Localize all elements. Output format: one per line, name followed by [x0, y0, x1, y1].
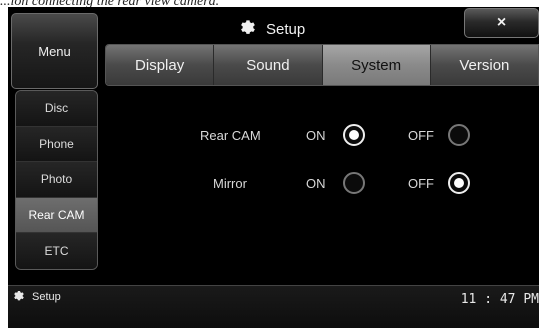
sidebar-item-label: ETC	[44, 244, 69, 259]
tab-version[interactable]: Version	[430, 45, 538, 85]
clock: 11 : 47 PM	[460, 292, 539, 307]
sidebar-item-label: Rear CAM	[28, 208, 85, 223]
head-unit-screen: Menu Setup × Display Sound System Versio…	[8, 7, 539, 328]
option-on-label: ON	[306, 128, 326, 143]
rear-cam-off-radio[interactable]	[448, 124, 470, 146]
page-title: Setup	[266, 20, 306, 38]
gear-icon	[14, 290, 24, 301]
rear-cam-on-radio[interactable]	[343, 124, 365, 146]
menu-label: Menu	[38, 43, 71, 59]
menu-button[interactable]: Menu	[11, 13, 98, 89]
status-bar-setup[interactable]: Setup	[12, 290, 61, 304]
sidebar-item-etc[interactable]: ETC	[16, 233, 97, 269]
page-title-area: Setup	[238, 17, 305, 41]
option-off-label: OFF	[408, 128, 434, 143]
gear-icon	[241, 20, 255, 34]
status-bar-app-label: Setup	[32, 291, 61, 303]
tab-display[interactable]: Display	[106, 45, 215, 85]
option-off-label: OFF	[408, 176, 434, 191]
setting-row-rear-cam: Rear CAM ON OFF	[8, 121, 539, 151]
status-bar	[8, 285, 539, 328]
tab-label: Version	[459, 56, 510, 74]
tab-sound[interactable]: Sound	[214, 45, 323, 85]
setting-row-mirror: Mirror ON OFF	[8, 169, 539, 199]
setting-label-rear-cam: Rear CAM	[200, 128, 261, 143]
tab-label: System	[351, 56, 402, 74]
tab-label: Display	[135, 56, 185, 74]
option-on-label: ON	[306, 176, 326, 191]
mirror-on-radio[interactable]	[343, 172, 365, 194]
setting-label-mirror: Mirror	[213, 176, 247, 191]
tab-system[interactable]: System	[322, 45, 431, 85]
mirror-off-radio[interactable]	[448, 172, 470, 194]
tab-label: Sound	[246, 56, 290, 74]
sidebar-item-label: Disc	[44, 101, 69, 116]
settings-tabs: Display Sound System Version	[105, 44, 539, 86]
close-button[interactable]: ×	[464, 8, 539, 38]
sidebar-item-rear-cam[interactable]: Rear CAM	[16, 197, 97, 234]
close-icon: ×	[496, 14, 507, 31]
